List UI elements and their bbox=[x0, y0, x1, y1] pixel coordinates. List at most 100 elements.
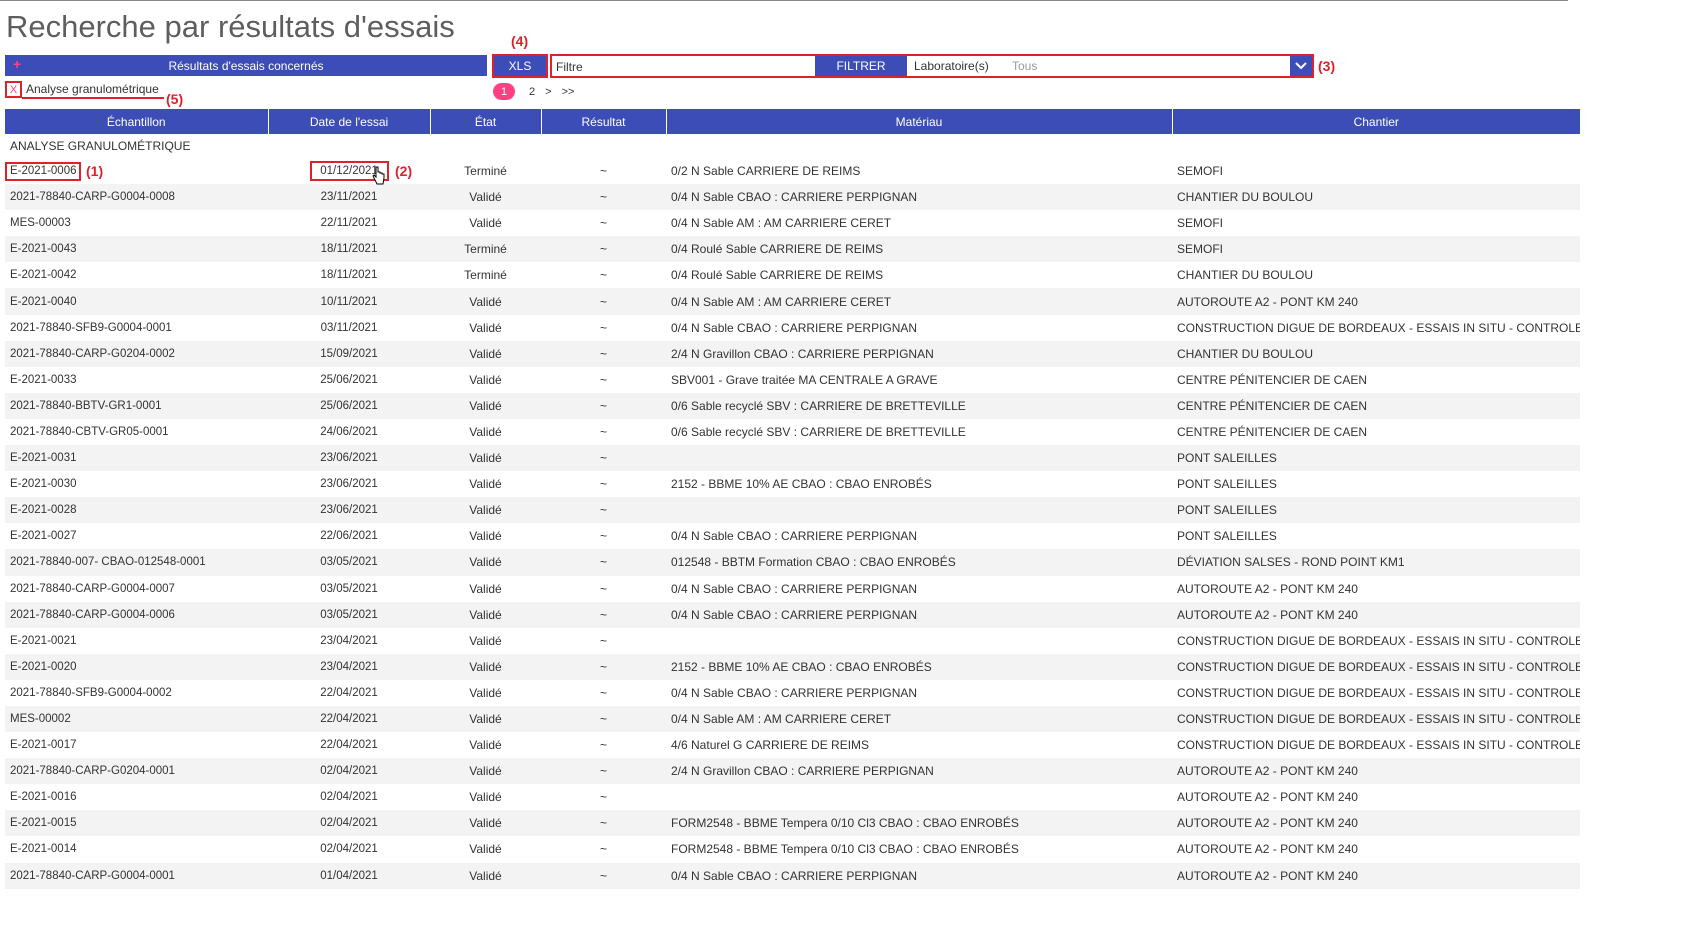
table-row[interactable]: 2021-78840-CARP-G0004-0001 01/04/2021 Vali… bbox=[5, 862, 1580, 889]
table-row[interactable]: E-2021-0016 02/04/2021 Validé ~ AUTOROUTE A2… bbox=[5, 784, 1580, 810]
cell-date[interactable]: 23/06/2021 bbox=[268, 497, 430, 524]
cell-sample[interactable]: MES-00002 bbox=[5, 705, 268, 733]
cell-date[interactable]: 22/11/2021 bbox=[268, 210, 430, 236]
cell-date[interactable]: 22/04/2021 bbox=[268, 732, 430, 758]
column-header-result[interactable]: Résultat bbox=[541, 109, 667, 134]
xls-export-button[interactable]: XLS bbox=[492, 54, 548, 78]
table-row[interactable]: E-2021-0043 18/11/2021 Terminé ~0/4 Roulé S… bbox=[5, 236, 1580, 263]
table-row[interactable]: E-2021-0006 01/12/2021 Terminé ~0/2 N Sable… bbox=[5, 158, 1580, 184]
table-row[interactable]: 2021-78840-CBTV-GR05-0001 24/06/2021 Valid… bbox=[5, 419, 1580, 445]
table-row[interactable]: E-2021-0027 22/06/2021 Validé ~0/4 N Sable … bbox=[5, 523, 1580, 549]
chevron-down-icon[interactable] bbox=[1290, 56, 1312, 76]
table-row[interactable]: 2021-78840-CARP-G0204-0002 15/09/2021 Vali… bbox=[5, 340, 1580, 367]
cell-date[interactable]: 03/05/2021 bbox=[268, 576, 430, 602]
concerned-results-button[interactable]: + Résultats d'essais concernés bbox=[5, 55, 487, 76]
cell-sample[interactable]: E-2021-0016 bbox=[5, 784, 268, 810]
cell-sample[interactable]: 2021-78840-CARP-G0204-0001 bbox=[5, 758, 268, 785]
cell-date[interactable]: 23/11/2021 bbox=[268, 184, 430, 211]
column-header-material[interactable]: Matériau bbox=[666, 109, 1173, 134]
table-row[interactable]: E-2021-0028 23/06/2021 Validé ~ PONT SALEILL… bbox=[5, 497, 1580, 524]
cell-date[interactable]: 03/05/2021 bbox=[268, 601, 430, 628]
cell-date[interactable]: 18/11/2021 bbox=[268, 262, 430, 288]
table-row[interactable]: MES-00003 22/11/2021 Validé ~0/4 N Sable AM… bbox=[5, 210, 1580, 236]
cell-sample[interactable]: 2021-78840-SFB9-G0004-0002 bbox=[5, 680, 268, 706]
table-row[interactable]: E-2021-0031 23/06/2021 Validé ~ PONT SALEILL… bbox=[5, 445, 1580, 472]
table-row[interactable]: 2021-78840-SFB9-G0004-0001 03/11/2021 Vali… bbox=[5, 315, 1580, 341]
cell-sample[interactable]: E-2021-0021 bbox=[5, 628, 268, 654]
cell-sample[interactable]: 2021-78840-007- CBAO-012548-0001 bbox=[5, 549, 268, 576]
table-row[interactable]: 2021-78840-CARP-G0204-0001 02/04/2021 Vali… bbox=[5, 758, 1580, 785]
cell-sample[interactable]: 2021-78840-CARP-G0004-0007 bbox=[5, 576, 268, 602]
cell-sample[interactable]: 2021-78840-CBTV-GR05-0001 bbox=[5, 419, 268, 445]
cell-sample[interactable]: 2021-78840-BBTV-GR1-0001 bbox=[5, 392, 268, 419]
column-header-date[interactable]: Date de l'essai bbox=[268, 109, 431, 134]
cell-material: 2/4 N Gravillon CBAO : CARRIERE PERPIGNA… bbox=[666, 758, 1172, 785]
cell-sample[interactable]: E-2021-0043 bbox=[5, 236, 268, 263]
cell-date[interactable]: 02/04/2021 bbox=[268, 810, 430, 837]
cell-date[interactable]: 10/11/2021 bbox=[268, 288, 430, 315]
table-row[interactable]: E-2021-0021 23/04/2021 Validé ~ CONSTRUCTION… bbox=[5, 628, 1580, 654]
cell-date[interactable]: 24/06/2021 bbox=[268, 419, 430, 445]
cell-sample[interactable]: E-2021-0015 bbox=[5, 810, 268, 837]
table-row[interactable]: 2021-78840-007- CBAO-012548-0001 03/05/20… bbox=[5, 549, 1580, 576]
column-header-state[interactable]: État bbox=[430, 109, 542, 134]
table-row[interactable]: E-2021-0015 02/04/2021 Validé ~ FORM2548 - B… bbox=[5, 810, 1580, 837]
cell-sample[interactable]: E-2021-0028 bbox=[5, 497, 268, 524]
column-header-site[interactable]: Chantier bbox=[1172, 109, 1580, 134]
cell-sample[interactable]: E-2021-0042 bbox=[5, 262, 268, 288]
table-row[interactable]: MES-00002 22/04/2021 Validé ~0/4 N Sable AM… bbox=[5, 705, 1580, 733]
cell-sample[interactable]: E-2021-0027 bbox=[5, 523, 268, 549]
cell-date[interactable]: 25/06/2021 bbox=[268, 392, 430, 419]
cell-sample[interactable]: MES-00003 bbox=[5, 210, 268, 236]
cell-date[interactable]: 23/06/2021 bbox=[268, 445, 430, 472]
table-row[interactable]: E-2021-0033 25/06/2021 Validé ~ SBV001 - Gra… bbox=[5, 367, 1580, 393]
table-row[interactable]: E-2021-0030 23/06/2021 Validé ~2152 - BBME … bbox=[5, 471, 1580, 497]
cell-sample[interactable]: E-2021-0031 bbox=[5, 445, 268, 472]
cell-date[interactable]: 23/04/2021 bbox=[268, 628, 430, 654]
table-row[interactable]: E-2021-0040 10/11/2021 Validé ~0/4 N Sable … bbox=[5, 288, 1580, 315]
last-page-button[interactable]: >> bbox=[562, 83, 575, 100]
cell-sample[interactable]: 2021-78840-CARP-G0204-0002 bbox=[5, 340, 268, 367]
cell-sample[interactable]: 2021-78840-CARP-G0004-0008 bbox=[5, 184, 268, 211]
table-row[interactable]: 2021-78840-CARP-G0004-0007 03/05/2021 Vali… bbox=[5, 576, 1580, 602]
cell-date[interactable]: 02/04/2021 bbox=[268, 836, 430, 862]
page-1-button[interactable]: 1 bbox=[493, 83, 515, 100]
cell-sample[interactable]: E-2021-0014 bbox=[5, 836, 268, 862]
cell-sample[interactable]: E-2021-0030 bbox=[5, 471, 268, 497]
table-row[interactable]: E-2021-0042 18/11/2021 Terminé ~0/4 Roulé S… bbox=[5, 262, 1580, 288]
cell-sample[interactable]: E-2021-0020 bbox=[5, 653, 268, 680]
column-header-sample[interactable]: Échantillon bbox=[5, 109, 269, 134]
cell-date[interactable]: 23/04/2021 bbox=[268, 653, 430, 680]
cell-sample[interactable]: 2021-78840-CARP-G0004-0006 bbox=[5, 601, 268, 628]
cell-date[interactable]: 02/04/2021 bbox=[268, 784, 430, 810]
cell-date[interactable]: 01/04/2021 bbox=[268, 862, 430, 889]
cell-sample[interactable]: E-2021-0040 bbox=[5, 288, 268, 315]
remove-filter-button[interactable]: X bbox=[5, 81, 22, 98]
table-row[interactable]: 2021-78840-BBTV-GR1-0001 25/06/2021 Validé… bbox=[5, 392, 1580, 419]
cell-date[interactable]: 22/06/2021 bbox=[268, 523, 430, 549]
cell-date[interactable]: 15/09/2021 bbox=[268, 340, 430, 367]
filtrer-button[interactable]: FILTRER bbox=[815, 56, 907, 76]
table-row[interactable]: 2021-78840-CARP-G0004-0006 03/05/2021 Vali… bbox=[5, 601, 1580, 628]
cell-date[interactable]: 25/06/2021 bbox=[268, 367, 430, 393]
cell-date[interactable]: 03/05/2021 bbox=[268, 549, 430, 576]
cell-date[interactable]: 02/04/2021 bbox=[268, 758, 430, 785]
cell-date[interactable]: 23/06/2021 bbox=[268, 471, 430, 497]
page-2-button[interactable]: 2 bbox=[529, 83, 535, 100]
cell-sample[interactable]: 2021-78840-SFB9-G0004-0001 bbox=[5, 315, 268, 341]
laboratory-select[interactable]: Tous bbox=[1012, 59, 1037, 73]
cell-date[interactable]: 22/04/2021 bbox=[268, 705, 430, 733]
table-row[interactable]: E-2021-0020 23/04/2021 Validé ~2152 - BBME … bbox=[5, 653, 1580, 680]
cell-sample[interactable]: E-2021-0017 bbox=[5, 732, 268, 758]
table-row[interactable]: 2021-78840-SFB9-G0004-0002 22/04/2021 Vali… bbox=[5, 680, 1580, 706]
next-page-button[interactable]: > bbox=[545, 83, 551, 100]
cell-date[interactable]: 03/11/2021 bbox=[268, 315, 430, 341]
cell-sample[interactable]: E-2021-0033 bbox=[5, 367, 268, 393]
cell-sample[interactable]: 2021-78840-CARP-G0004-0001 bbox=[5, 862, 268, 889]
table-row[interactable]: E-2021-0014 02/04/2021 Validé ~ FORM2548 - B… bbox=[5, 836, 1580, 862]
cell-date[interactable]: 18/11/2021 bbox=[268, 236, 430, 263]
filter-input[interactable] bbox=[554, 57, 814, 76]
cell-date[interactable]: 22/04/2021 bbox=[268, 680, 430, 706]
table-row[interactable]: E-2021-0017 22/04/2021 Validé ~4/6 Naturel … bbox=[5, 732, 1580, 758]
table-row[interactable]: 2021-78840-CARP-G0004-0008 23/11/2021 Vali… bbox=[5, 184, 1580, 211]
